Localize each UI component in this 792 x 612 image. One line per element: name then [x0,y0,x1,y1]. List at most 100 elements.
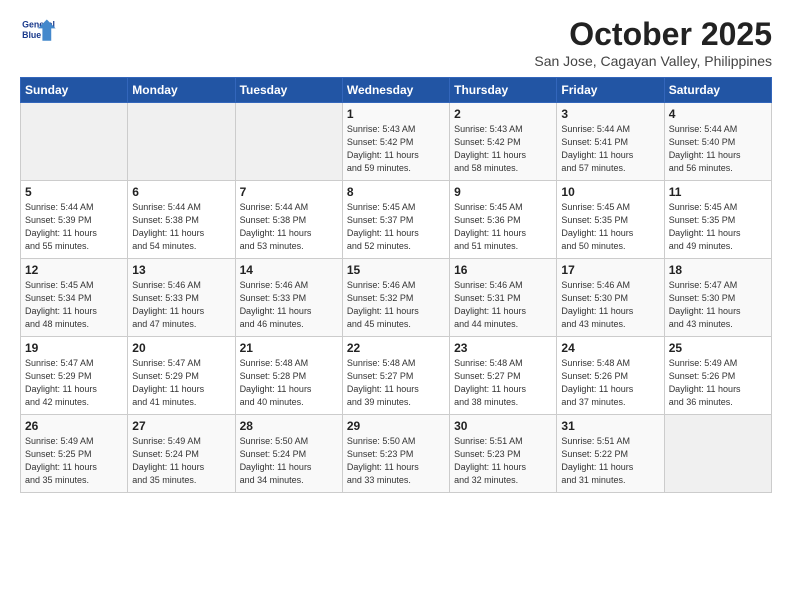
weekday-header-monday: Monday [128,78,235,103]
day-number: 7 [240,185,338,199]
day-number: 24 [561,341,659,355]
day-info: Sunrise: 5:48 AM Sunset: 5:27 PM Dayligh… [454,357,552,409]
day-number: 2 [454,107,552,121]
calendar-header: SundayMondayTuesdayWednesdayThursdayFrid… [21,78,772,103]
day-number: 27 [132,419,230,433]
day-number: 4 [669,107,767,121]
day-number: 29 [347,419,445,433]
weekday-header-thursday: Thursday [450,78,557,103]
day-info: Sunrise: 5:45 AM Sunset: 5:37 PM Dayligh… [347,201,445,253]
day-info: Sunrise: 5:44 AM Sunset: 5:41 PM Dayligh… [561,123,659,175]
calendar-week-0: 1 Sunrise: 5:43 AM Sunset: 5:42 PM Daylig… [21,103,772,181]
calendar-cell: 4 Sunrise: 5:44 AM Sunset: 5:40 PM Daylig… [664,103,771,181]
day-number: 18 [669,263,767,277]
day-info: Sunrise: 5:49 AM Sunset: 5:25 PM Dayligh… [25,435,123,487]
day-number: 28 [240,419,338,433]
calendar-cell [128,103,235,181]
day-number: 5 [25,185,123,199]
calendar-cell: 16Sunrise: 5:46 AM Sunset: 5:31 PM Dayli… [450,259,557,337]
calendar-cell: 11 Sunrise: 5:45 AM Sunset: 5:35 PM Dayli… [664,181,771,259]
calendar-cell: 2Sunrise: 5:43 AM Sunset: 5:42 PM Daylig… [450,103,557,181]
month-title: October 2025 [534,16,772,53]
page-container: General Blue October 2025 San Jose, Caga… [0,0,792,503]
calendar-cell: 25 Sunrise: 5:49 AM Sunset: 5:26 PM Dayli… [664,337,771,415]
calendar-week-1: 5 Sunrise: 5:44 AM Sunset: 5:39 PM Daylig… [21,181,772,259]
day-number: 22 [347,341,445,355]
calendar-cell: 15 Sunrise: 5:46 AM Sunset: 5:32 PM Dayli… [342,259,449,337]
calendar-cell: 6Sunrise: 5:44 AM Sunset: 5:38 PM Daylig… [128,181,235,259]
day-number: 3 [561,107,659,121]
svg-text:Blue: Blue [22,30,41,40]
calendar-cell [235,103,342,181]
calendar-cell: 22Sunrise: 5:48 AM Sunset: 5:27 PM Dayli… [342,337,449,415]
calendar-cell: 19Sunrise: 5:47 AM Sunset: 5:29 PM Dayli… [21,337,128,415]
calendar-cell: 3 Sunrise: 5:44 AM Sunset: 5:41 PM Daylig… [557,103,664,181]
day-number: 25 [669,341,767,355]
calendar-table: SundayMondayTuesdayWednesdayThursdayFrid… [20,77,772,493]
calendar-cell: 26 Sunrise: 5:49 AM Sunset: 5:25 PM Dayli… [21,415,128,493]
day-info: Sunrise: 5:46 AM Sunset: 5:33 PM Dayligh… [132,279,230,331]
weekday-header-wednesday: Wednesday [342,78,449,103]
day-number: 15 [347,263,445,277]
day-info: Sunrise: 5:51 AM Sunset: 5:22 PM Dayligh… [561,435,659,487]
calendar-cell: 24 Sunrise: 5:48 AM Sunset: 5:26 PM Dayli… [557,337,664,415]
calendar-cell: 1 Sunrise: 5:43 AM Sunset: 5:42 PM Daylig… [342,103,449,181]
calendar-cell: 7 Sunrise: 5:44 AM Sunset: 5:38 PM Daylig… [235,181,342,259]
calendar-cell: 21 Sunrise: 5:48 AM Sunset: 5:28 PM Dayli… [235,337,342,415]
calendar-cell: 20Sunrise: 5:47 AM Sunset: 5:29 PM Dayli… [128,337,235,415]
day-info: Sunrise: 5:47 AM Sunset: 5:30 PM Dayligh… [669,279,767,331]
day-info: Sunrise: 5:46 AM Sunset: 5:30 PM Dayligh… [561,279,659,331]
calendar-cell: 29Sunrise: 5:50 AM Sunset: 5:23 PM Dayli… [342,415,449,493]
calendar-week-2: 12 Sunrise: 5:45 AM Sunset: 5:34 PM Dayli… [21,259,772,337]
day-info: Sunrise: 5:50 AM Sunset: 5:24 PM Dayligh… [240,435,338,487]
day-number: 1 [347,107,445,121]
day-info: Sunrise: 5:49 AM Sunset: 5:24 PM Dayligh… [132,435,230,487]
header: General Blue October 2025 San Jose, Caga… [20,16,772,69]
day-info: Sunrise: 5:44 AM Sunset: 5:38 PM Dayligh… [132,201,230,253]
calendar-cell: 9 Sunrise: 5:45 AM Sunset: 5:36 PM Daylig… [450,181,557,259]
calendar-cell [21,103,128,181]
weekday-header-row: SundayMondayTuesdayWednesdayThursdayFrid… [21,78,772,103]
weekday-header-tuesday: Tuesday [235,78,342,103]
day-info: Sunrise: 5:51 AM Sunset: 5:23 PM Dayligh… [454,435,552,487]
day-info: Sunrise: 5:47 AM Sunset: 5:29 PM Dayligh… [132,357,230,409]
calendar-cell: 18 Sunrise: 5:47 AM Sunset: 5:30 PM Dayli… [664,259,771,337]
day-info: Sunrise: 5:48 AM Sunset: 5:28 PM Dayligh… [240,357,338,409]
day-number: 19 [25,341,123,355]
calendar-cell: 31 Sunrise: 5:51 AM Sunset: 5:22 PM Dayli… [557,415,664,493]
day-info: Sunrise: 5:46 AM Sunset: 5:32 PM Dayligh… [347,279,445,331]
day-info: Sunrise: 5:44 AM Sunset: 5:39 PM Dayligh… [25,201,123,253]
day-number: 10 [561,185,659,199]
calendar-cell: 30 Sunrise: 5:51 AM Sunset: 5:23 PM Dayli… [450,415,557,493]
day-number: 16 [454,263,552,277]
day-number: 13 [132,263,230,277]
day-info: Sunrise: 5:45 AM Sunset: 5:34 PM Dayligh… [25,279,123,331]
logo: General Blue [20,16,56,46]
calendar-week-4: 26 Sunrise: 5:49 AM Sunset: 5:25 PM Dayli… [21,415,772,493]
calendar-cell: 13 Sunrise: 5:46 AM Sunset: 5:33 PM Dayli… [128,259,235,337]
calendar-cell: 10 Sunrise: 5:45 AM Sunset: 5:35 PM Dayli… [557,181,664,259]
day-info: Sunrise: 5:44 AM Sunset: 5:40 PM Dayligh… [669,123,767,175]
day-info: Sunrise: 5:45 AM Sunset: 5:35 PM Dayligh… [669,201,767,253]
day-info: Sunrise: 5:49 AM Sunset: 5:26 PM Dayligh… [669,357,767,409]
day-info: Sunrise: 5:45 AM Sunset: 5:36 PM Dayligh… [454,201,552,253]
day-number: 26 [25,419,123,433]
day-info: Sunrise: 5:43 AM Sunset: 5:42 PM Dayligh… [347,123,445,175]
calendar-cell: 23 Sunrise: 5:48 AM Sunset: 5:27 PM Dayli… [450,337,557,415]
day-number: 11 [669,185,767,199]
calendar-cell [664,415,771,493]
day-number: 21 [240,341,338,355]
day-info: Sunrise: 5:46 AM Sunset: 5:33 PM Dayligh… [240,279,338,331]
day-number: 9 [454,185,552,199]
day-number: 31 [561,419,659,433]
day-number: 12 [25,263,123,277]
day-info: Sunrise: 5:48 AM Sunset: 5:26 PM Dayligh… [561,357,659,409]
day-number: 30 [454,419,552,433]
day-number: 17 [561,263,659,277]
calendar-cell: 8Sunrise: 5:45 AM Sunset: 5:37 PM Daylig… [342,181,449,259]
calendar-cell: 5 Sunrise: 5:44 AM Sunset: 5:39 PM Daylig… [21,181,128,259]
day-number: 23 [454,341,552,355]
location-subtitle: San Jose, Cagayan Valley, Philippines [534,53,772,69]
day-info: Sunrise: 5:45 AM Sunset: 5:35 PM Dayligh… [561,201,659,253]
day-info: Sunrise: 5:44 AM Sunset: 5:38 PM Dayligh… [240,201,338,253]
